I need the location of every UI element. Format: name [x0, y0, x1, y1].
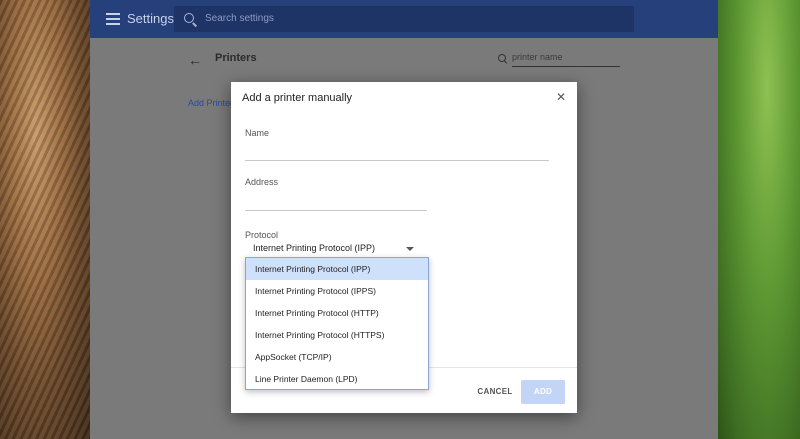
- search-placeholder: Search settings: [205, 13, 274, 24]
- search-settings-input[interactable]: Search settings: [174, 6, 634, 32]
- settings-topbar: Settings Search settings: [90, 0, 718, 38]
- printer-filter-input[interactable]: printer name: [512, 52, 620, 67]
- protocol-option-appsocket[interactable]: AppSocket (TCP/IP): [246, 346, 428, 368]
- add-printer-link[interactable]: Add Printer: [188, 98, 232, 108]
- page-title: Printers: [215, 52, 257, 64]
- name-field[interactable]: [245, 160, 549, 161]
- address-field[interactable]: [245, 210, 427, 211]
- menu-icon[interactable]: [106, 13, 120, 25]
- protocol-option-ipp[interactable]: Internet Printing Protocol (IPP): [246, 258, 428, 280]
- back-arrow-icon[interactable]: ←: [188, 52, 202, 68]
- add-button[interactable]: ADD: [521, 380, 565, 404]
- protocol-option-http[interactable]: Internet Printing Protocol (HTTP): [246, 302, 428, 324]
- dialog-title: Add a printer manually: [242, 92, 353, 104]
- wallpaper-left: [0, 0, 90, 439]
- protocol-select[interactable]: Internet Printing Protocol (IPP): [253, 243, 419, 257]
- cancel-button[interactable]: CANCEL: [473, 380, 517, 404]
- protocol-label: Protocol: [245, 230, 279, 240]
- protocol-option-https[interactable]: Internet Printing Protocol (HTTPS): [246, 324, 428, 346]
- close-icon[interactable]: ✕: [556, 91, 566, 103]
- name-label: Name: [245, 128, 270, 138]
- protocol-option-lpd[interactable]: Line Printer Daemon (LPD): [246, 368, 428, 390]
- settings-title: Settings: [127, 11, 174, 26]
- protocol-dropdown-list: Internet Printing Protocol (IPP) Interne…: [245, 257, 429, 390]
- search-icon: [184, 13, 194, 23]
- search-icon: [498, 54, 506, 62]
- protocol-option-ipps[interactable]: Internet Printing Protocol (IPPS): [246, 280, 428, 302]
- chevron-down-icon: [406, 247, 414, 251]
- wallpaper-right: [718, 0, 800, 439]
- address-label: Address: [245, 177, 279, 187]
